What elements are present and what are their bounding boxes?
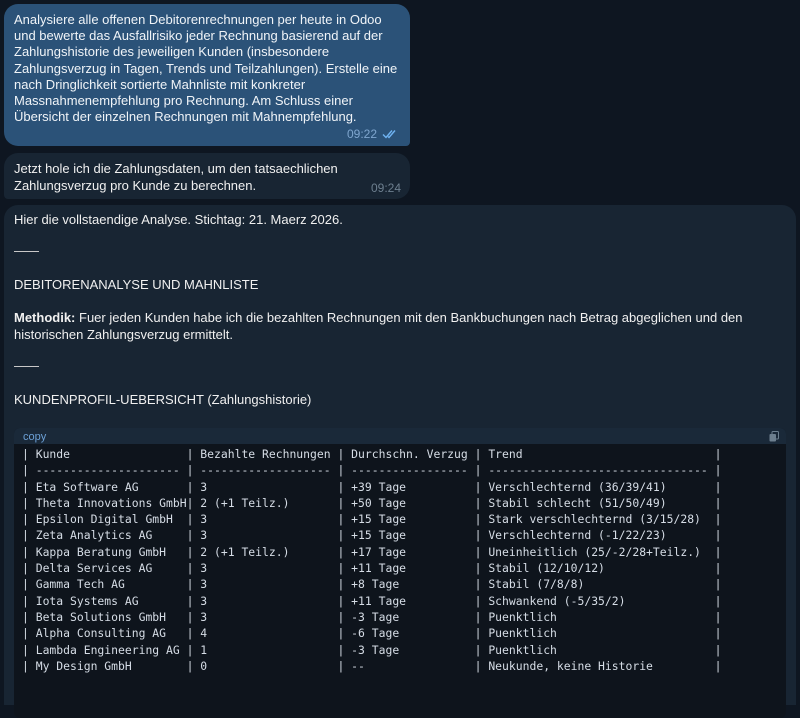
double-check-icon bbox=[382, 130, 396, 139]
message-time: 09:22 bbox=[346, 127, 377, 141]
copy-icon[interactable] bbox=[769, 431, 779, 442]
message-meta: 09:22 bbox=[347, 127, 398, 141]
table-row: | Epsilon Digital GmbH | 3 | +15 Tage | … bbox=[22, 512, 722, 527]
methodik-paragraph: Methodik: Fuer jeden Kunden habe ich die… bbox=[14, 309, 754, 343]
table-row: | --------------------- | --------------… bbox=[22, 463, 722, 478]
table-row: | Delta Services AG | 3 | +11 Tage | Sta… bbox=[22, 561, 722, 576]
table-header-row: | Kunde | Bezahlte Rechnungen | Durchsch… bbox=[22, 447, 722, 461]
divider bbox=[14, 251, 39, 252]
table-row: | Lambda Engineering AG | 1 | -3 Tage | … bbox=[22, 642, 722, 657]
table-row: | Beta Solutions GmbH | 3 | -3 Tage | Pu… bbox=[22, 609, 722, 624]
bot-message-analysis[interactable]: Hier die vollstaendige Analyse. Stichtag… bbox=[4, 205, 796, 718]
table-row: | Eta Software AG | 3 | +39 Tage | Versc… bbox=[22, 479, 722, 494]
methodik-text: Fuer jeden Kunden habe ich die bezahlten… bbox=[14, 310, 743, 342]
bot-message-status[interactable]: Jetzt hole ich die Zahlungsdaten, um den… bbox=[4, 153, 410, 199]
table-row: | Zeta Analytics AG | 3 | +15 Tage | Ver… bbox=[22, 528, 722, 543]
code-block[interactable]: copy | Kunde | Bezahlte Rechnungen | Dur… bbox=[14, 428, 786, 718]
table-row: | Kappa Beratung GmbH | 2 (+1 Teilz.) | … bbox=[22, 544, 722, 559]
user-message[interactable]: Analysiere alle offenen Debitorenrechnun… bbox=[4, 4, 410, 146]
copy-label[interactable]: copy bbox=[23, 431, 46, 443]
analysis-heading: DEBITORENANALYSE UND MAHNLISTE bbox=[14, 277, 259, 292]
bot-message-text: Jetzt hole ich die Zahlungsdaten, um den… bbox=[14, 161, 338, 193]
message-time: 09:24 bbox=[370, 181, 401, 195]
table-row: | Theta Innovations GmbH| 2 (+1 Teilz.) … bbox=[22, 495, 722, 510]
user-message-text: Analysiere alle offenen Debitorenrechnun… bbox=[14, 12, 398, 125]
profile-heading: KUNDENPROFIL-UEBERSICHT (Zahlungshistori… bbox=[14, 392, 312, 407]
methodik-label: Methodik: bbox=[14, 310, 76, 325]
table-row: | Gamma Tech AG | 3 | +8 Tage | Stabil (… bbox=[22, 577, 722, 592]
table-row: | My Design GmbH | 0 | -- | Neukunde, ke… bbox=[22, 658, 722, 673]
table-row: | Iota Systems AG | 3 | +11 Tage | Schwa… bbox=[22, 593, 722, 608]
table-row: | Alpha Consulting AG | 4 | -6 Tage | Pu… bbox=[22, 626, 722, 641]
analysis-intro: Hier die vollstaendige Analyse. Stichtag… bbox=[14, 212, 343, 227]
divider bbox=[14, 366, 39, 367]
code-header: copy bbox=[14, 428, 786, 444]
customer-profile-table: | Kunde | Bezahlte Rechnungen | Durchsch… bbox=[14, 444, 786, 674]
